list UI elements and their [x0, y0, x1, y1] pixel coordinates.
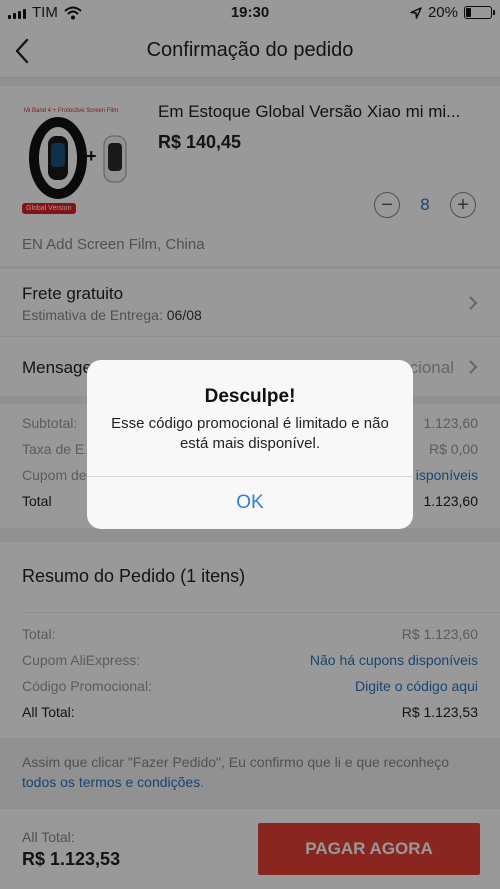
alert-title: Desculpe!: [204, 386, 296, 407]
alert-message: Esse código promocional é limitado e não…: [111, 415, 389, 452]
ok-button[interactable]: OK: [87, 477, 413, 529]
alert-dialog: Desculpe! Esse código promocional é limi…: [87, 360, 413, 529]
